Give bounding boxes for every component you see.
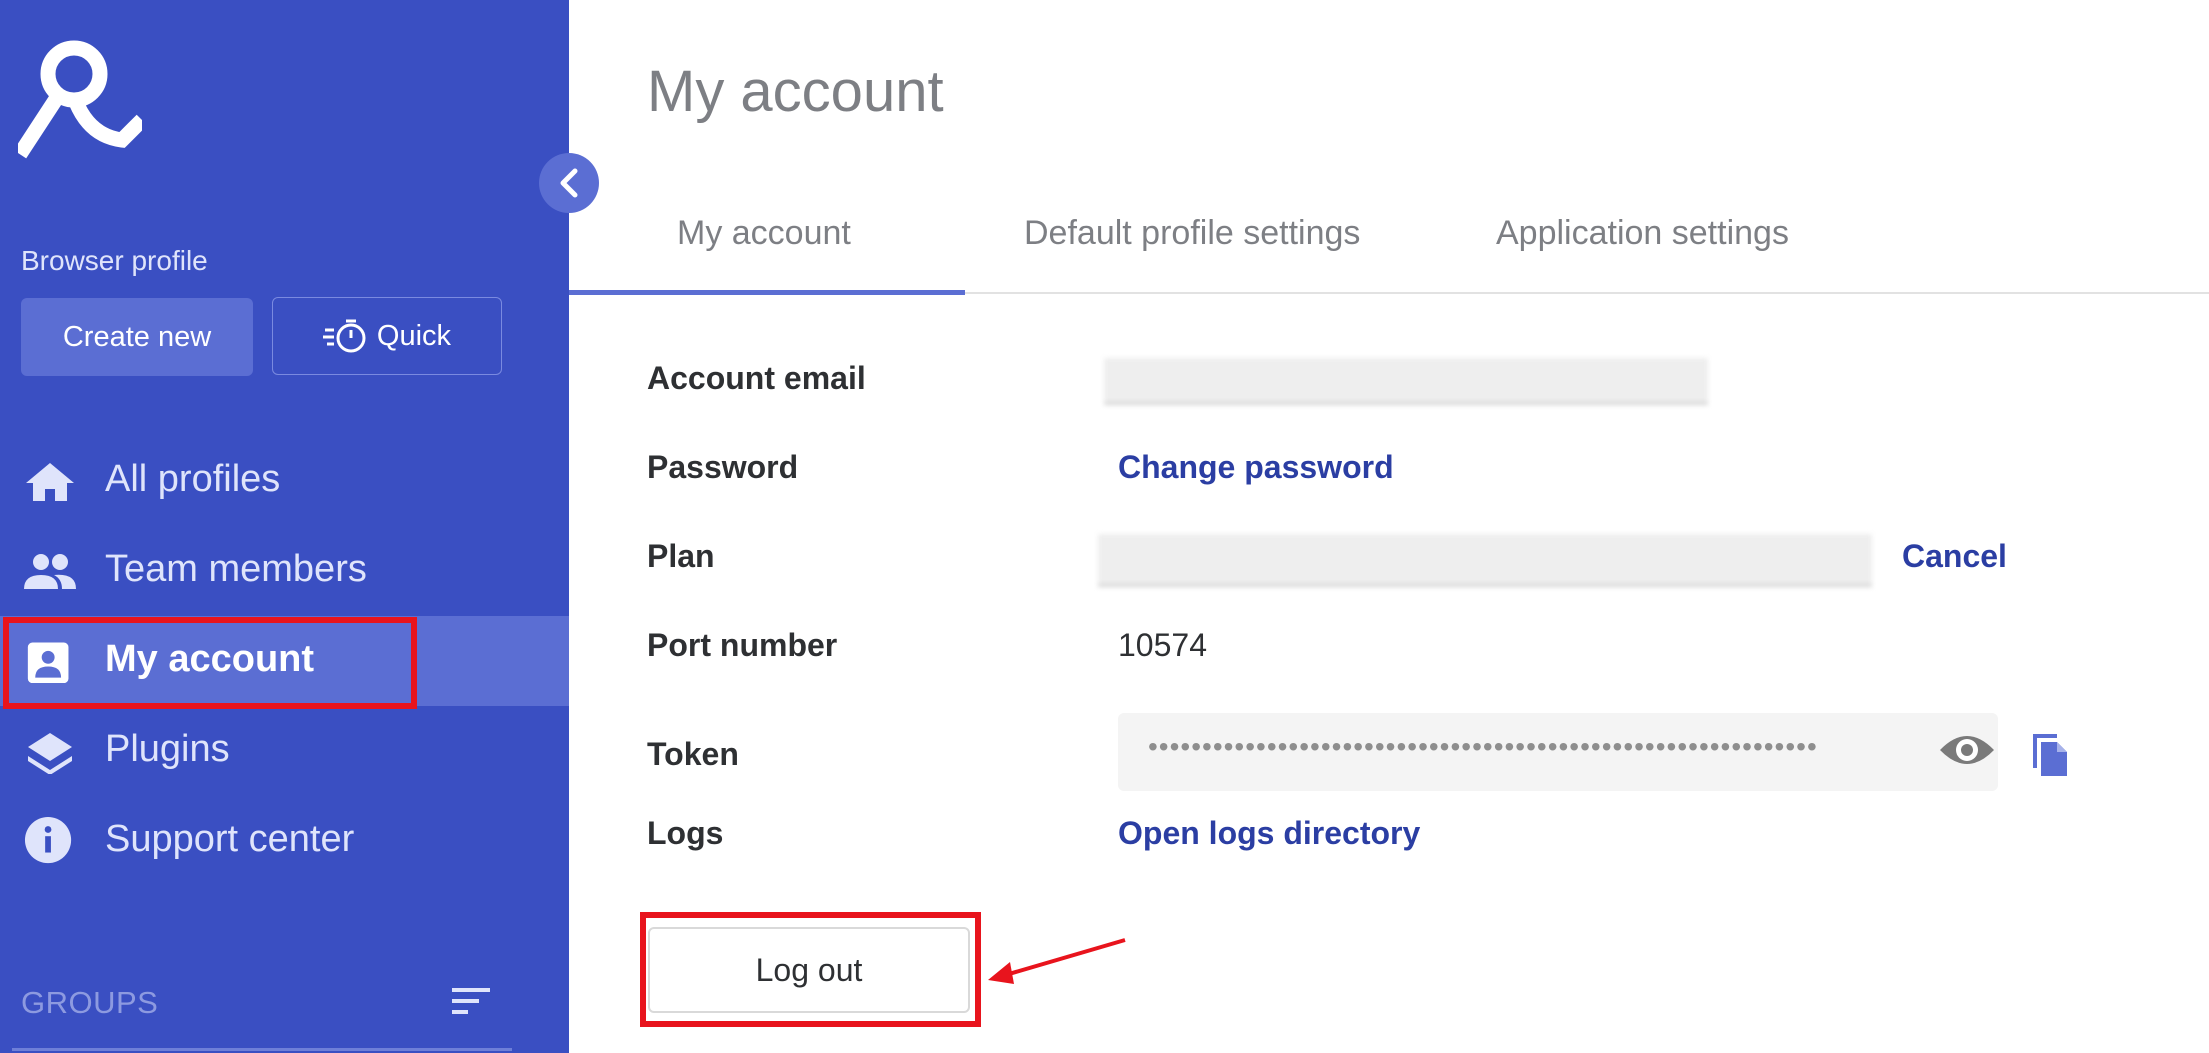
log-out-label: Log out (755, 951, 863, 988)
groups-divider (12, 1048, 512, 1051)
open-logs-directory-link[interactable]: Open logs directory (1118, 815, 1420, 852)
log-out-button[interactable]: Log out (648, 927, 970, 1013)
collapse-sidebar-button[interactable] (539, 153, 599, 213)
token-label: Token (647, 736, 739, 772)
logs-label: Logs (647, 815, 724, 851)
browser-profile-label: Browser profile (21, 245, 208, 276)
sidebar-item-support-center[interactable]: Support center (0, 796, 569, 886)
sidebar-item-label: Support center (105, 818, 355, 860)
app-logo-icon (18, 40, 142, 159)
token-field[interactable]: ••••••••••••••••••••••••••••••••••••••••… (1118, 713, 1998, 791)
create-new-button[interactable]: Create new (21, 298, 253, 376)
password-label: Password (647, 449, 799, 485)
tab-my-account[interactable]: My account (677, 214, 851, 253)
groups-label: GROUPS (21, 985, 159, 1020)
layers-icon (28, 733, 72, 774)
tab-application-settings[interactable]: Application settings (1496, 214, 1789, 253)
info-icon (24, 816, 72, 864)
cancel-plan-link[interactable]: Cancel (1902, 538, 2007, 575)
sidebar-item-label: All profiles (105, 458, 281, 500)
change-password-link[interactable]: Change password (1118, 449, 1394, 486)
sidebar-item-all-profiles[interactable]: All profiles (0, 436, 569, 526)
tab-default-profile-settings[interactable]: Default profile settings (1024, 214, 1360, 253)
stopwatch-icon (322, 319, 366, 353)
sidebar-item-plugins[interactable]: Plugins (0, 706, 569, 796)
quick-label: Quick (376, 319, 452, 352)
active-tab-indicator (569, 290, 965, 295)
account-email-value-redacted (1104, 358, 1708, 405)
plan-label: Plan (647, 538, 715, 574)
token-masked-value: ••••••••••••••••••••••••••••••••••••••••… (1148, 731, 1818, 762)
people-icon (24, 554, 76, 589)
sidebar-item-label: My account (105, 638, 315, 680)
sidebar-item-my-account[interactable]: My account (0, 616, 569, 706)
account-box-icon (27, 642, 69, 683)
sidebar-item-label: Team members (105, 548, 367, 590)
plan-value-redacted (1098, 534, 1872, 587)
account-email-label: Account email (647, 360, 866, 396)
port-number-label: Port number (647, 627, 838, 663)
sort-icon[interactable] (450, 986, 492, 1016)
sidebar-item-team-members[interactable]: Team members (0, 526, 569, 616)
annotation-arrow-icon (988, 938, 1126, 984)
page-title: My account (647, 59, 944, 124)
home-icon (26, 463, 74, 501)
chevron-left-icon (560, 168, 578, 198)
port-number-value: 10574 (1118, 627, 1207, 663)
sidebar-item-label: Plugins (105, 728, 230, 770)
sidebar: Browser profile Create new Quick All pro… (0, 0, 569, 1053)
create-new-label: Create new (62, 320, 212, 353)
quick-button[interactable]: Quick (272, 297, 502, 375)
show-token-eye-icon[interactable] (1938, 726, 1996, 774)
copy-token-icon[interactable] (2029, 728, 2071, 776)
